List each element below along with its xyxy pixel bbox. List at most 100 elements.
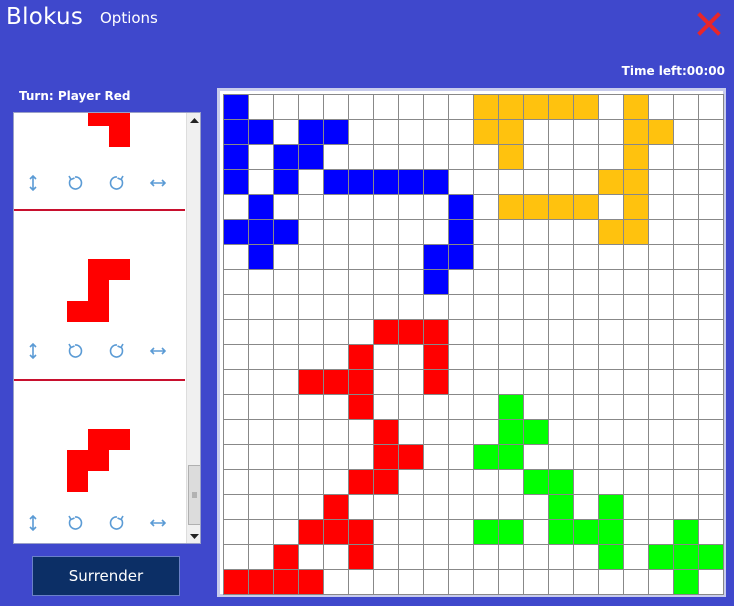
board-cell-empty[interactable]	[249, 545, 274, 570]
board-cell-red[interactable]	[299, 570, 324, 595]
board-cell-empty[interactable]	[299, 545, 324, 570]
board-cell-blue[interactable]	[224, 170, 249, 195]
board-cell-red[interactable]	[349, 545, 374, 570]
board-cell-empty[interactable]	[499, 245, 524, 270]
board-cell-yellow[interactable]	[624, 145, 649, 170]
board-cell-empty[interactable]	[424, 570, 449, 595]
board-cell-empty[interactable]	[299, 495, 324, 520]
board-cell-blue[interactable]	[224, 145, 249, 170]
board-cell-empty[interactable]	[224, 245, 249, 270]
board-cell-empty[interactable]	[474, 545, 499, 570]
board-cell-empty[interactable]	[424, 420, 449, 445]
board-cell-empty[interactable]	[699, 170, 724, 195]
board-cell-empty[interactable]	[574, 145, 599, 170]
board-cell-empty[interactable]	[349, 195, 374, 220]
board-cell-empty[interactable]	[599, 120, 624, 145]
board-cell-empty[interactable]	[524, 370, 549, 395]
surrender-button[interactable]: Surrender	[32, 556, 180, 596]
board-cell-blue[interactable]	[424, 270, 449, 295]
rotate-left-icon[interactable]	[66, 174, 84, 192]
board-cell-empty[interactable]	[474, 245, 499, 270]
board-cell-empty[interactable]	[324, 395, 349, 420]
board-cell-empty[interactable]	[674, 345, 699, 370]
board-cell-empty[interactable]	[449, 95, 474, 120]
board-cell-empty[interactable]	[524, 220, 549, 245]
board-cell-empty[interactable]	[474, 395, 499, 420]
board-cell-red[interactable]	[374, 320, 399, 345]
board-cell-empty[interactable]	[574, 420, 599, 445]
board-cell-empty[interactable]	[249, 520, 274, 545]
board-cell-empty[interactable]	[249, 170, 274, 195]
rotate-right-icon[interactable]	[108, 514, 126, 532]
board-cell-empty[interactable]	[599, 570, 624, 595]
board-cell-empty[interactable]	[474, 470, 499, 495]
board-cell-empty[interactable]	[574, 320, 599, 345]
board-cell-yellow[interactable]	[649, 120, 674, 145]
board-cell-empty[interactable]	[299, 245, 324, 270]
board-cell-yellow[interactable]	[599, 220, 624, 245]
board-cell-empty[interactable]	[449, 170, 474, 195]
board-cell-empty[interactable]	[624, 420, 649, 445]
board-cell-empty[interactable]	[649, 495, 674, 520]
board-cell-empty[interactable]	[249, 270, 274, 295]
board-cell-empty[interactable]	[474, 420, 499, 445]
board-cell-empty[interactable]	[599, 95, 624, 120]
board-cell-empty[interactable]	[249, 420, 274, 445]
board-cell-empty[interactable]	[399, 495, 424, 520]
board-cell-empty[interactable]	[349, 95, 374, 120]
board-cell-blue[interactable]	[299, 120, 324, 145]
board-cell-empty[interactable]	[324, 420, 349, 445]
board-cell-empty[interactable]	[549, 220, 574, 245]
board-cell-empty[interactable]	[299, 345, 324, 370]
board-cell-empty[interactable]	[374, 395, 399, 420]
board-cell-empty[interactable]	[424, 95, 449, 120]
board-cell-empty[interactable]	[524, 295, 549, 320]
board-cell-empty[interactable]	[699, 345, 724, 370]
board-cell-empty[interactable]	[499, 270, 524, 295]
board-cell-empty[interactable]	[499, 570, 524, 595]
board-cell-empty[interactable]	[524, 145, 549, 170]
board-cell-empty[interactable]	[474, 145, 499, 170]
board-cell-empty[interactable]	[574, 345, 599, 370]
board-cell-empty[interactable]	[424, 395, 449, 420]
board-cell-empty[interactable]	[549, 320, 574, 345]
board-cell-empty[interactable]	[324, 545, 349, 570]
board-cell-empty[interactable]	[299, 95, 324, 120]
board-cell-empty[interactable]	[349, 270, 374, 295]
board-cell-empty[interactable]	[674, 270, 699, 295]
board-cell-empty[interactable]	[399, 345, 424, 370]
rotate-right-icon[interactable]	[108, 174, 126, 192]
board-cell-empty[interactable]	[699, 195, 724, 220]
board-cell-empty[interactable]	[674, 370, 699, 395]
flip-vertical-icon[interactable]	[24, 174, 42, 192]
board-cell-empty[interactable]	[274, 445, 299, 470]
board-cell-empty[interactable]	[349, 570, 374, 595]
board-cell-empty[interactable]	[274, 420, 299, 445]
board-cell-empty[interactable]	[624, 395, 649, 420]
board-cell-empty[interactable]	[649, 370, 674, 395]
board-cell-red[interactable]	[349, 345, 374, 370]
board-cell-empty[interactable]	[524, 495, 549, 520]
flip-vertical-icon[interactable]	[24, 342, 42, 360]
board-cell-empty[interactable]	[424, 145, 449, 170]
scroll-up-icon[interactable]	[187, 113, 200, 127]
board-cell-empty[interactable]	[474, 170, 499, 195]
board-cell-empty[interactable]	[524, 245, 549, 270]
board-cell-blue[interactable]	[249, 195, 274, 220]
board-cell-empty[interactable]	[574, 245, 599, 270]
board-cell-red[interactable]	[349, 395, 374, 420]
board-cell-empty[interactable]	[624, 345, 649, 370]
board-cell-red[interactable]	[224, 570, 249, 595]
board-cell-empty[interactable]	[499, 470, 524, 495]
board-cell-empty[interactable]	[549, 395, 574, 420]
board-cell-blue[interactable]	[324, 170, 349, 195]
board-cell-empty[interactable]	[599, 145, 624, 170]
board-cell-empty[interactable]	[274, 370, 299, 395]
board-cell-blue[interactable]	[324, 120, 349, 145]
board-cell-empty[interactable]	[624, 320, 649, 345]
board-cell-empty[interactable]	[599, 395, 624, 420]
board-cell-yellow[interactable]	[624, 220, 649, 245]
board-cell-empty[interactable]	[449, 570, 474, 595]
board-cell-empty[interactable]	[674, 120, 699, 145]
board-cell-green[interactable]	[699, 545, 724, 570]
